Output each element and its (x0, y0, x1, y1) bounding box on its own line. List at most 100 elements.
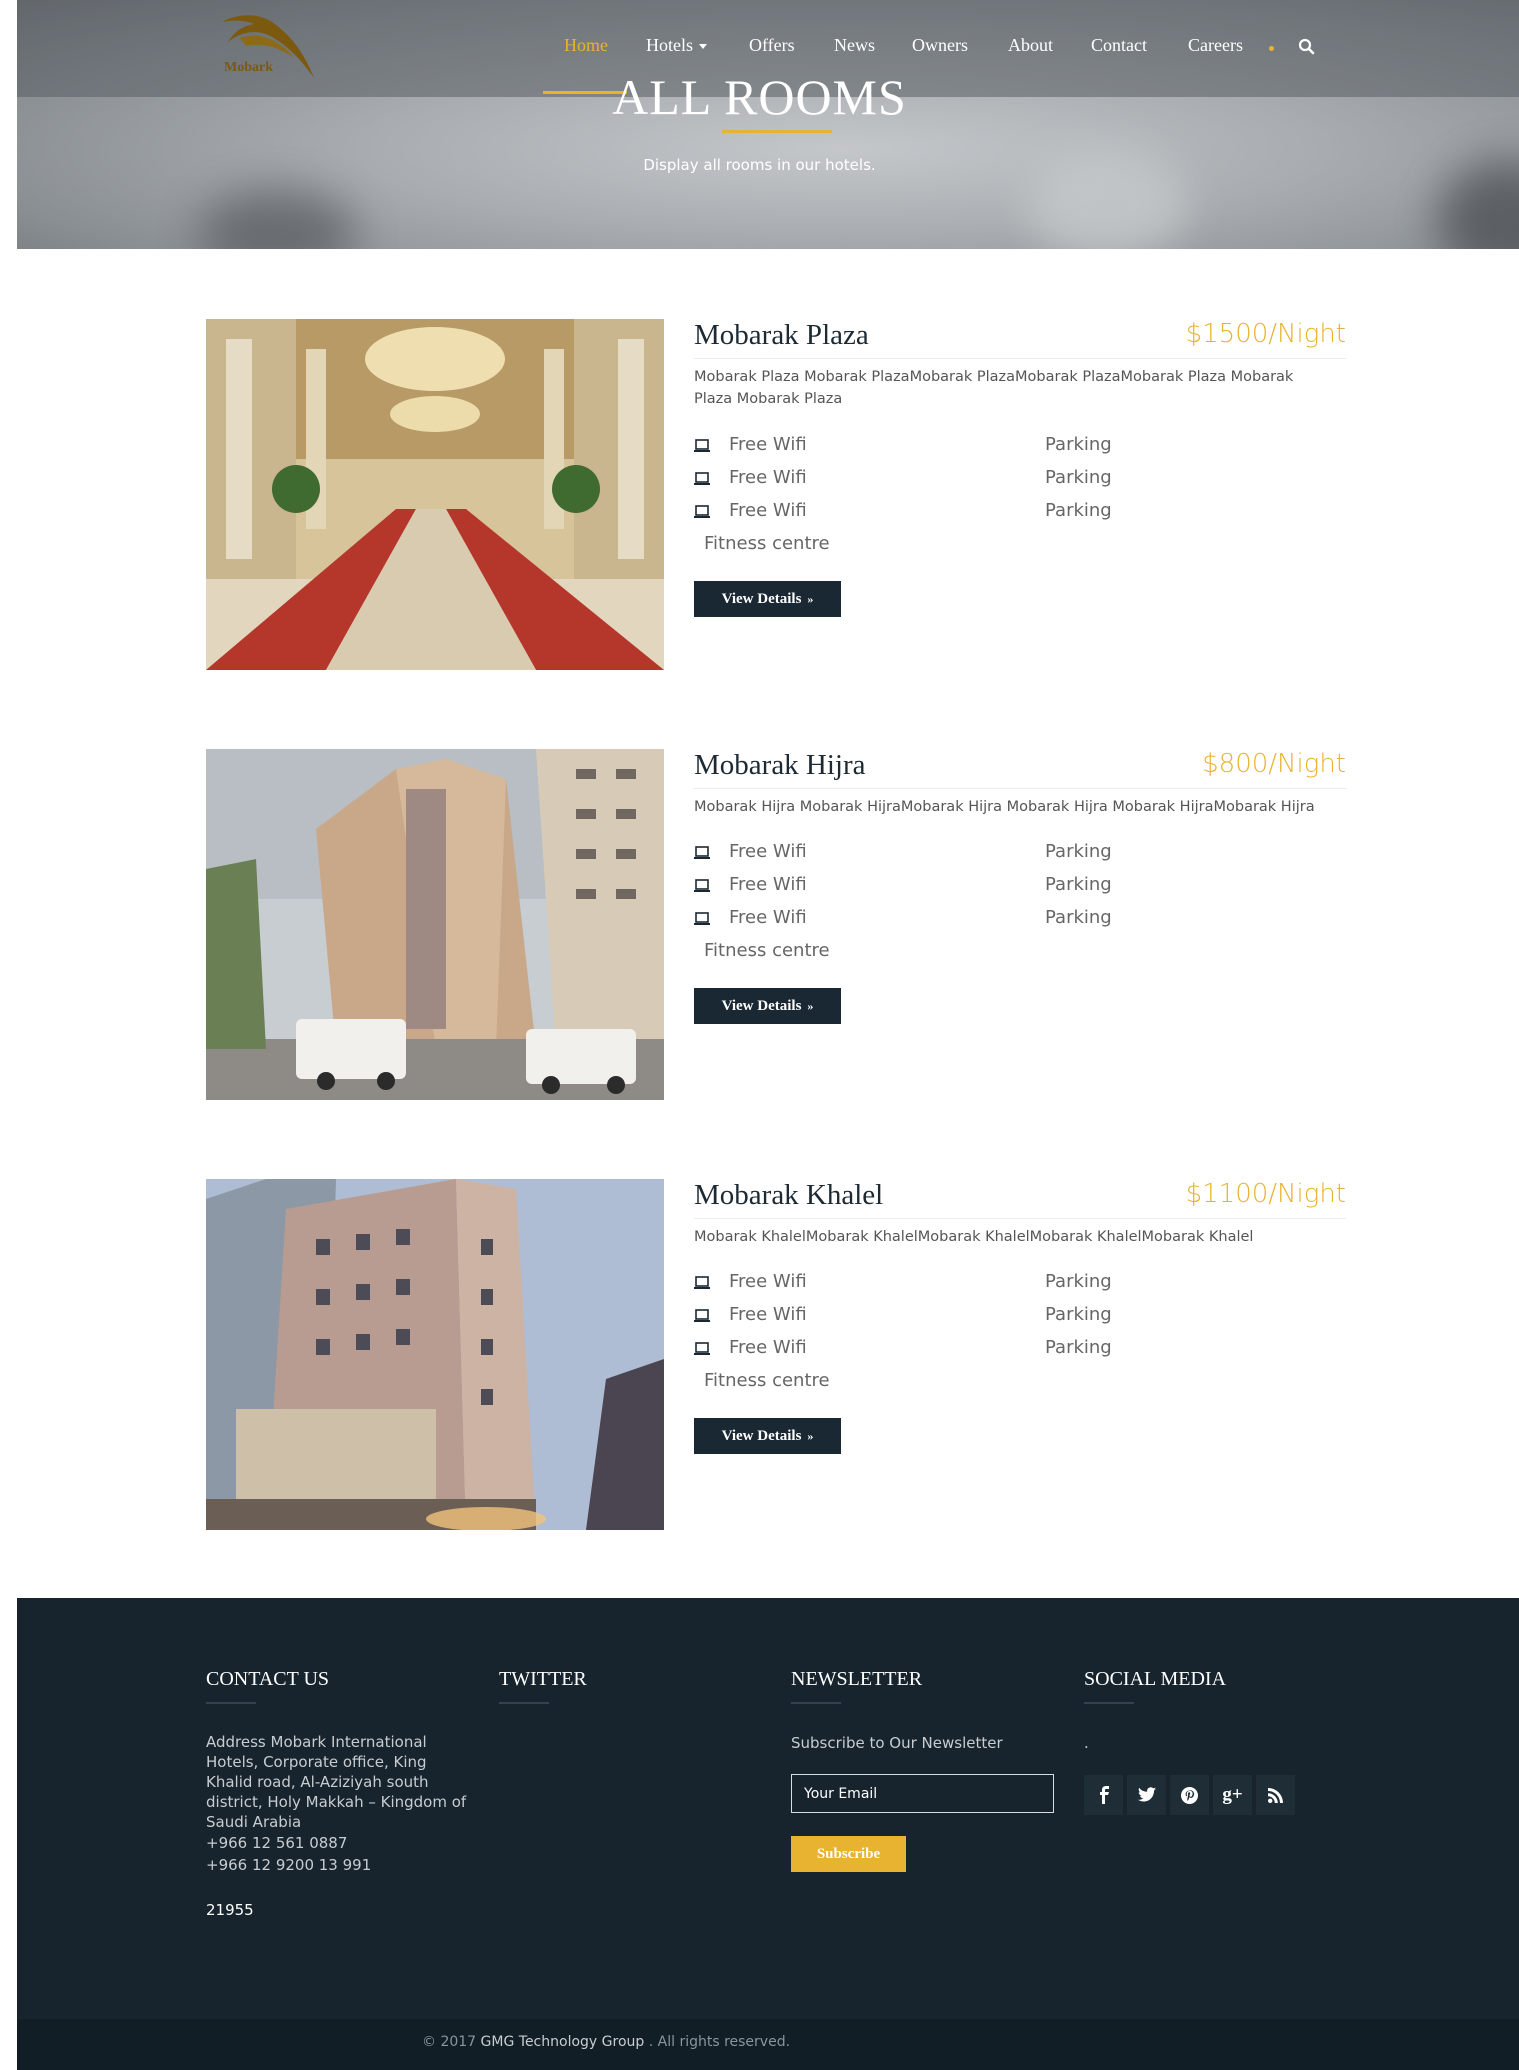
subscribe-button[interactable]: Subscribe (791, 1836, 906, 1872)
title-underline (791, 1702, 841, 1704)
amenity-row: Free Wifi Parking (694, 434, 1346, 464)
contact-title: CONTACT US (206, 1668, 330, 1690)
double-chevron-right-icon: » (807, 1428, 814, 1443)
amenity-parking: Parking (1045, 1337, 1112, 1358)
amenity-wifi: Free Wifi (729, 907, 807, 928)
view-details-button[interactable]: View Details » (694, 988, 841, 1024)
room-description: Mobarak KhalelMobarak KhalelMobarak Khal… (694, 1229, 1254, 1245)
nav-home[interactable]: Home (564, 35, 608, 56)
amenity-parking: Parking (1045, 500, 1112, 521)
room-card: Mobarak Hijra $800/Night Mobarak Hijra M… (206, 749, 1346, 1101)
twitter-title: TWITTER (499, 1668, 587, 1690)
amenity-wifi: Free Wifi (729, 1337, 807, 1358)
nav-careers[interactable]: Careers (1188, 35, 1243, 56)
amenity-parking: Parking (1045, 1271, 1112, 1292)
divider (694, 788, 1346, 789)
amenity-row: Free Wifi Parking (694, 874, 1346, 904)
search-icon[interactable] (1298, 38, 1316, 56)
amenity-row: Free Wifi Parking (694, 1304, 1346, 1334)
room-name[interactable]: Mobarak Khalel (694, 1179, 883, 1212)
amenity-fitness: Fitness centre (704, 940, 830, 961)
newsletter-email-input[interactable] (791, 1774, 1054, 1813)
double-chevron-right-icon: » (807, 998, 814, 1013)
amenity-fitness: Fitness centre (704, 1370, 830, 1391)
room-name[interactable]: Mobarak Plaza (694, 319, 869, 352)
amenity-wifi: Free Wifi (729, 1271, 807, 1292)
title-underline (499, 1702, 549, 1704)
laptop-icon (694, 505, 710, 518)
nav-contact[interactable]: Contact (1091, 35, 1147, 56)
room-price: $1100/Night (1185, 1179, 1346, 1209)
rss-icon[interactable] (1256, 1775, 1295, 1815)
copyright-text: © 2017 GMG Technology Group . All rights… (422, 2034, 790, 2050)
view-details-button[interactable]: View Details » (694, 581, 841, 617)
twitter-icon[interactable] (1127, 1775, 1166, 1815)
room-photo[interactable] (206, 1179, 664, 1530)
laptop-icon (694, 439, 710, 452)
double-chevron-right-icon: » (807, 591, 814, 606)
amenity-parking: Parking (1045, 907, 1112, 928)
room-description: Mobarak Hijra Mobarak HijraMobarak Hijra… (694, 799, 1315, 815)
divider (694, 358, 1346, 359)
amenity-wifi: Free Wifi (729, 434, 807, 455)
amenity-parking: Parking (1045, 467, 1112, 488)
amenity-row: Free Wifi Parking (694, 841, 1346, 871)
amenity-wifi: Free Wifi (729, 467, 807, 488)
amenity-wifi: Free Wifi (729, 874, 807, 895)
amenity-row: Free Wifi Parking (694, 907, 1346, 937)
chevron-down-icon (699, 44, 707, 50)
laptop-icon (694, 1276, 710, 1289)
copyright-brand-link[interactable]: GMG Technology Group (481, 2034, 645, 2050)
google-plus-icon[interactable]: g+ (1213, 1775, 1252, 1815)
contact-phone[interactable]: +966 12 561 0887 (206, 1833, 347, 1853)
nav-offers[interactable]: Offers (749, 35, 795, 56)
amenity-parking: Parking (1045, 841, 1112, 862)
social-note: . (1084, 1734, 1089, 1752)
copyright-suffix: . All rights reserved. (648, 2034, 791, 2050)
page-subtitle: Display all rooms in our hotels. (643, 156, 876, 174)
amenity-row: Free Wifi Parking (694, 467, 1346, 497)
room-photo[interactable] (206, 749, 664, 1100)
amenity-parking: Parking (1045, 1304, 1112, 1325)
main-nav: Home Hotels Offers News Owners About Con… (0, 35, 1519, 65)
amenity-wifi: Free Wifi (729, 1304, 807, 1325)
contact-postal-code: 21955 (206, 1901, 254, 1919)
laptop-icon (694, 879, 710, 892)
nav-hotels-label: Hotels (646, 35, 693, 55)
amenity-wifi: Free Wifi (729, 500, 807, 521)
footer-content: CONTACT US Address Mobark International … (0, 1598, 1519, 2019)
nav-hotels[interactable]: Hotels (646, 35, 707, 56)
view-details-label: View Details (721, 590, 802, 607)
room-price: $800/Night (1202, 749, 1346, 779)
title-underline (1084, 1702, 1134, 1704)
title-underline (722, 130, 832, 133)
nav-owners[interactable]: Owners (912, 35, 968, 56)
amenity-row: Free Wifi Parking (694, 1337, 1346, 1367)
room-photo[interactable] (206, 319, 664, 670)
laptop-icon (694, 912, 710, 925)
nav-separator-dot (1269, 46, 1274, 51)
nav-about[interactable]: About (1008, 35, 1053, 56)
laptop-icon (694, 846, 710, 859)
pinterest-icon[interactable] (1170, 1775, 1209, 1815)
contact-phone[interactable]: +966 12 9200 13 991 (206, 1855, 371, 1875)
room-description: Mobarak Plaza Mobarak PlazaMobarak Plaza… (694, 369, 1294, 407)
amenity-parking: Parking (1045, 434, 1112, 455)
social-title: SOCIAL MEDIA (1084, 1668, 1227, 1690)
room-name[interactable]: Mobarak Hijra (694, 749, 866, 782)
laptop-icon (694, 1309, 710, 1322)
amenity-wifi: Free Wifi (729, 841, 807, 862)
copyright-prefix: © 2017 (422, 2034, 477, 2050)
laptop-icon (694, 472, 710, 485)
room-card: Mobarak Khalel $1100/Night Mobarak Khale… (206, 1179, 1346, 1531)
amenity-parking: Parking (1045, 874, 1112, 895)
nav-news[interactable]: News (834, 35, 875, 56)
newsletter-label: Subscribe to Our Newsletter (791, 1734, 1003, 1752)
view-details-label: View Details (721, 1427, 802, 1444)
amenity-row: Free Wifi Parking (694, 500, 1346, 530)
view-details-button[interactable]: View Details » (694, 1418, 841, 1454)
room-card: Mobarak Plaza $1500/Night Mobarak Plaza … (206, 319, 1346, 671)
amenity-fitness: Fitness centre (704, 533, 830, 554)
facebook-icon[interactable] (1084, 1775, 1123, 1815)
contact-address: Address Mobark International Hotels, Cor… (206, 1733, 467, 1831)
